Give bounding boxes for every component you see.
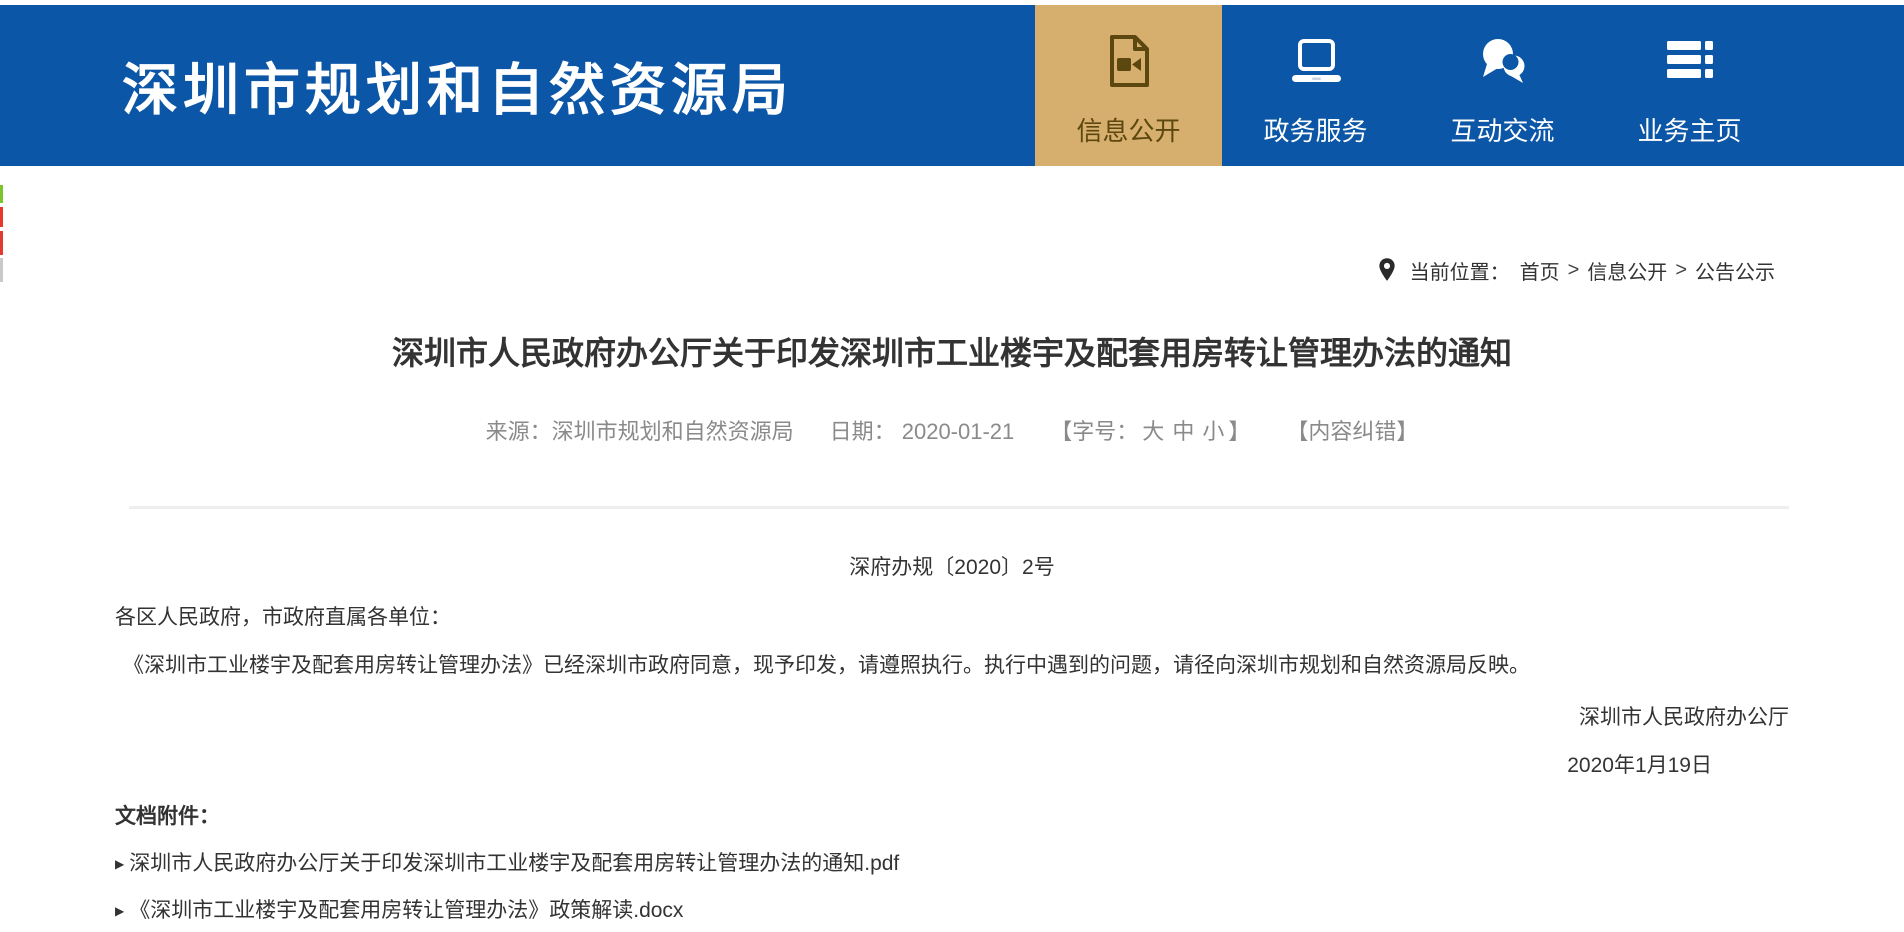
triangle-bullet-icon: ▶: [115, 896, 124, 926]
tab-gov-services[interactable]: 政务服务: [1222, 5, 1409, 166]
breadcrumb-home[interactable]: 首页: [1520, 256, 1560, 285]
breadcrumb-separator: >: [1675, 259, 1687, 282]
font-size-small-button[interactable]: 小: [1202, 419, 1224, 444]
paragraph-salutation: 各区人民政府，市政府直属各单位：: [115, 603, 1789, 633]
sliver-block: [0, 185, 3, 203]
tab-label: 政务服务: [1263, 111, 1367, 148]
page-content: 当前位置： 首页 > 信息公开 > 公告公示 深圳市人民政府办公厅关于印发深圳市…: [0, 256, 1904, 926]
sliver-block: [0, 231, 3, 255]
font-size-control: 【字号：大中小】: [1050, 414, 1250, 446]
article-title: 深圳市人民政府办公厅关于印发深圳市工业楼宇及配套用房转让管理办法的通知: [115, 332, 1789, 374]
left-edge-slivers: [0, 0, 4, 932]
sliver-block: [0, 258, 3, 282]
chat-bubbles-icon: [1476, 31, 1530, 91]
attachment-name: 《深圳市工业楼宇及配套用房转让管理办法》政策解读.docx: [129, 896, 683, 926]
breadcrumb-announcements[interactable]: 公告公示: [1695, 256, 1775, 285]
breadcrumb: 当前位置： 首页 > 信息公开 > 公告公示: [115, 256, 1789, 284]
tab-business-home[interactable]: 业务主页: [1596, 5, 1783, 166]
signature-issuer: 深圳市人民政府办公厅: [115, 703, 1789, 733]
document-number: 深府办规〔2020〕2号: [115, 553, 1789, 583]
signature-date: 2020年1月19日: [115, 751, 1789, 781]
tab-label: 互动交流: [1450, 111, 1554, 148]
tab-interaction[interactable]: 互动交流: [1409, 5, 1596, 166]
paragraph-body: 《深圳市工业楼宇及配套用房转让管理办法》已经深圳市政府同意，现予印发，请遵照执行…: [115, 651, 1789, 681]
main-nav: 信息公开 政务服务 互动交流: [1035, 5, 1783, 166]
tab-label: 信息公开: [1076, 111, 1180, 148]
attachments-label: 文档附件：: [115, 802, 1789, 832]
breadcrumb-separator: >: [1568, 259, 1580, 282]
triangle-bullet-icon: ▶: [115, 849, 124, 879]
breadcrumb-prefix: 当前位置：: [1410, 256, 1510, 285]
tab-label: 业务主页: [1637, 111, 1741, 148]
article-meta: 来源：深圳市规划和自然资源局 日期： 2020-01-21 【字号：大中小】 【…: [115, 414, 1789, 446]
meta-date: 日期： 2020-01-21: [830, 414, 1015, 446]
laptop-icon: [1290, 31, 1342, 91]
sliver-block: [0, 207, 3, 227]
location-pin-icon: [1378, 257, 1396, 283]
meta-source: 来源：深圳市规划和自然资源局: [486, 414, 794, 446]
font-size-suffix: 】: [1228, 419, 1250, 444]
tab-info-disclosure[interactable]: 信息公开: [1035, 5, 1222, 166]
divider-line: [129, 506, 1789, 509]
attachment-name: 深圳市人民政府办公厅关于印发深圳市工业楼宇及配套用房转让管理办法的通知.pdf: [129, 849, 899, 879]
font-size-large-button[interactable]: 大: [1142, 419, 1164, 444]
server-stack-icon: [1665, 31, 1715, 91]
font-size-prefix: 【字号：: [1050, 419, 1138, 444]
attachment-link-pdf[interactable]: ▶ 深圳市人民政府办公厅关于印发深圳市工业楼宇及配套用房转让管理办法的通知.pd…: [115, 849, 1789, 879]
site-header: 深圳市规划和自然资源局 信息公开 政务服务: [0, 5, 1904, 166]
content-correction-button[interactable]: 【内容纠错】: [1286, 414, 1418, 446]
attachment-link-docx[interactable]: ▶ 《深圳市工业楼宇及配套用房转让管理办法》政策解读.docx: [115, 896, 1789, 926]
document-video-icon: [1107, 31, 1151, 91]
site-logo[interactable]: 深圳市规划和自然资源局: [122, 45, 793, 126]
breadcrumb-info-disclosure[interactable]: 信息公开: [1587, 256, 1667, 285]
font-size-medium-button[interactable]: 中: [1172, 419, 1194, 444]
